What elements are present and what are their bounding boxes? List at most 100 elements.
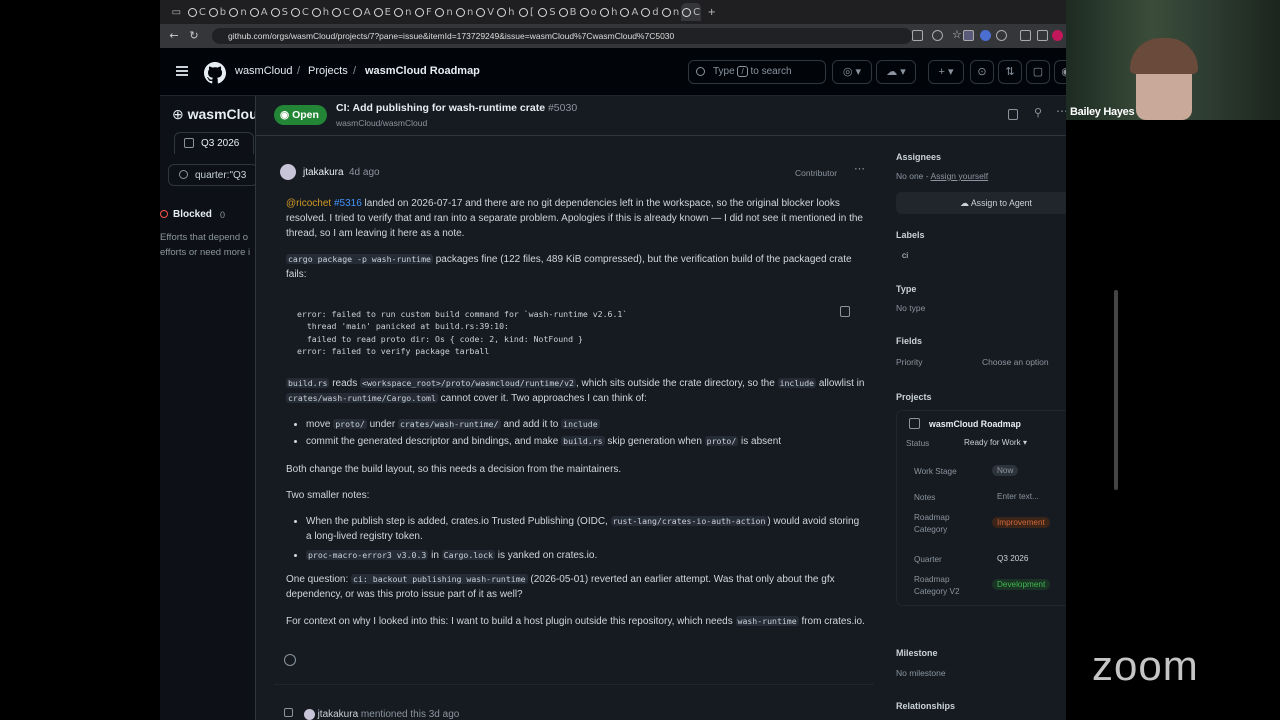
roadmap-category-v2-value[interactable]: Development <box>992 579 1051 590</box>
browser-tab[interactable]: b <box>207 3 228 21</box>
tab-favicon-icon <box>249 7 259 17</box>
comment-paragraph: @ricochet #5316 landed on 2026-07-17 and… <box>286 196 866 241</box>
extension-icon[interactable] <box>963 30 974 41</box>
scrollbar[interactable] <box>1114 290 1118 490</box>
url-field[interactable]: github.com/orgs/wasmCloud/projects/7?pan… <box>212 28 912 44</box>
issue-comment: jtakakura 4d ago Contributor ⋯ @ricochet… <box>274 154 874 674</box>
project-name[interactable]: wasmCloud Roadmap <box>929 419 1021 429</box>
sidepanel-icon[interactable] <box>1037 30 1048 41</box>
avatar[interactable] <box>303 708 315 720</box>
browser-tab[interactable]: n <box>660 3 681 21</box>
tab-label: n <box>240 6 247 18</box>
issue-repo[interactable]: wasmCloud/wasmCloud <box>336 118 427 128</box>
user-mention[interactable]: @ricochet <box>286 198 331 209</box>
roadmap-category-value[interactable]: Improvement <box>992 517 1050 528</box>
comment-options-icon[interactable]: ⋯ <box>854 162 865 177</box>
browser-tab[interactable]: C <box>187 3 208 21</box>
copy-link-icon[interactable] <box>1008 109 1018 120</box>
pr-link[interactable]: #5316 <box>334 198 362 209</box>
pin-icon[interactable]: ⚲ <box>1034 106 1042 119</box>
browser-tab[interactable]: o <box>578 3 599 21</box>
issues-icon[interactable]: ⊙ <box>970 60 994 84</box>
project-breadcrumb[interactable]: wasmCloud Roadmap <box>365 65 480 77</box>
list-item: proc-macro-error3 v3.0.3 in Cargo.lock i… <box>306 548 866 563</box>
browser-tab[interactable]: n <box>434 3 455 21</box>
tab-favicon-icon <box>311 7 321 17</box>
more-options-icon[interactable]: ⋯ <box>1056 104 1066 118</box>
browser-tab[interactable]: [ <box>516 3 537 21</box>
notes-input[interactable]: Enter text... <box>992 491 1044 502</box>
status-select[interactable]: Ready for Work ▾ <box>959 436 1032 448</box>
projects-breadcrumb[interactable]: Projects <box>308 65 348 77</box>
profile-avatar[interactable] <box>1052 30 1063 41</box>
copy-icon[interactable] <box>840 306 850 317</box>
org-breadcrumb[interactable]: wasmCloud <box>235 65 292 77</box>
star-icon[interactable]: ☆ <box>952 28 962 41</box>
tab-favicon-icon <box>187 7 197 17</box>
add-reaction-icon[interactable] <box>284 654 296 666</box>
browser-tab[interactable]: d <box>640 3 661 21</box>
browser-tab[interactable]: S <box>537 3 558 21</box>
quarter-value[interactable]: Q3 2026 <box>992 553 1033 564</box>
comment-time[interactable]: 4d ago <box>349 165 380 180</box>
filter-input[interactable]: quarter:"Q3 <box>168 164 258 186</box>
inline-code: crates/wash-runtime/Cargo.toml <box>286 393 438 403</box>
reload-icon[interactable]: ↻ <box>184 29 204 42</box>
browser-tab[interactable]: V <box>475 3 496 21</box>
tab-q3-2026[interactable]: Q3 2026 <box>174 132 254 154</box>
tab-favicon-icon <box>600 7 610 17</box>
timeline-author[interactable]: jtakakura <box>318 709 359 720</box>
browser-tab[interactable]: A <box>619 3 640 21</box>
browser-tab[interactable]: h <box>310 3 331 21</box>
code-block-text: error: failed to run custom build comman… <box>297 309 628 356</box>
milestone-value: No milestone <box>896 668 946 678</box>
browser-tab[interactable]: n <box>454 3 475 21</box>
browser-tab[interactable]: A <box>351 3 372 21</box>
search-suffix: to search <box>750 66 792 77</box>
extensions-puzzle-icon[interactable] <box>1020 30 1031 41</box>
browser-tab[interactable]: C <box>331 3 352 21</box>
tab-search-icon[interactable]: ▭ <box>166 3 187 21</box>
inline-code: wash-runtime <box>735 616 799 626</box>
priority-select[interactable]: Choose an option <box>982 357 1049 367</box>
back-icon[interactable]: ← <box>164 29 184 42</box>
copilot-agent-button[interactable]: ☁ ▾ <box>876 60 916 84</box>
work-stage-value[interactable]: Now <box>992 465 1019 476</box>
browser-tab[interactable]: E <box>372 3 393 21</box>
extension-icon[interactable] <box>996 30 1007 41</box>
github-logo-icon[interactable] <box>204 62 226 84</box>
new-tab-button[interactable]: + <box>701 3 722 21</box>
browser-tab[interactable]: n <box>393 3 414 21</box>
search-icon <box>179 170 188 179</box>
assign-to-agent-button[interactable]: ☁ Assign to Agent <box>896 192 1066 214</box>
extension-icon[interactable] <box>980 30 991 41</box>
assign-yourself-link[interactable]: Assign yourself <box>931 171 989 181</box>
copilot-button[interactable]: ◎ ▾ <box>832 60 872 84</box>
browser-tab[interactable]: B <box>557 3 578 21</box>
browser-tab[interactable]: n <box>228 3 249 21</box>
browser-tab[interactable]: h <box>598 3 619 21</box>
column-description: Efforts that depend o <box>160 232 249 243</box>
browser-tab[interactable]: C <box>290 3 311 21</box>
zoom-lens-icon[interactable] <box>932 30 943 41</box>
search-icon <box>696 67 705 76</box>
search-input[interactable]: Type / to search <box>688 60 826 84</box>
browser-tab[interactable]: C <box>680 3 702 21</box>
cast-icon[interactable] <box>912 30 923 41</box>
pull-requests-icon[interactable]: ⇅ <box>998 60 1022 84</box>
browser-tab[interactable]: S <box>269 3 290 21</box>
menu-icon[interactable] <box>176 66 188 68</box>
screen: ▭ Cb n A S Ch C A En Fn n Vh[S Bo h Ad n C + ← ↻ github.c… <box>0 0 1280 720</box>
create-new-button[interactable]: + ▾ <box>928 60 964 84</box>
avatar[interactable] <box>280 164 296 180</box>
inbox-icon[interactable]: ▢ <box>1026 60 1050 84</box>
browser-tab[interactable]: F <box>413 3 434 21</box>
labels-heading: Labels <box>896 230 925 240</box>
browser-tab[interactable]: A <box>248 3 269 21</box>
browser-tab[interactable]: h <box>496 3 517 21</box>
avatar[interactable]: ◉ <box>1054 60 1066 84</box>
webcam-video: Bailey Hayes <box>1066 0 1280 120</box>
comment-author[interactable]: jtakakura <box>303 165 344 180</box>
address-bar-row: ← ↻ github.com/orgs/wasmCloud/projects/7… <box>160 24 1066 48</box>
label-badge[interactable]: ci <box>902 250 908 260</box>
